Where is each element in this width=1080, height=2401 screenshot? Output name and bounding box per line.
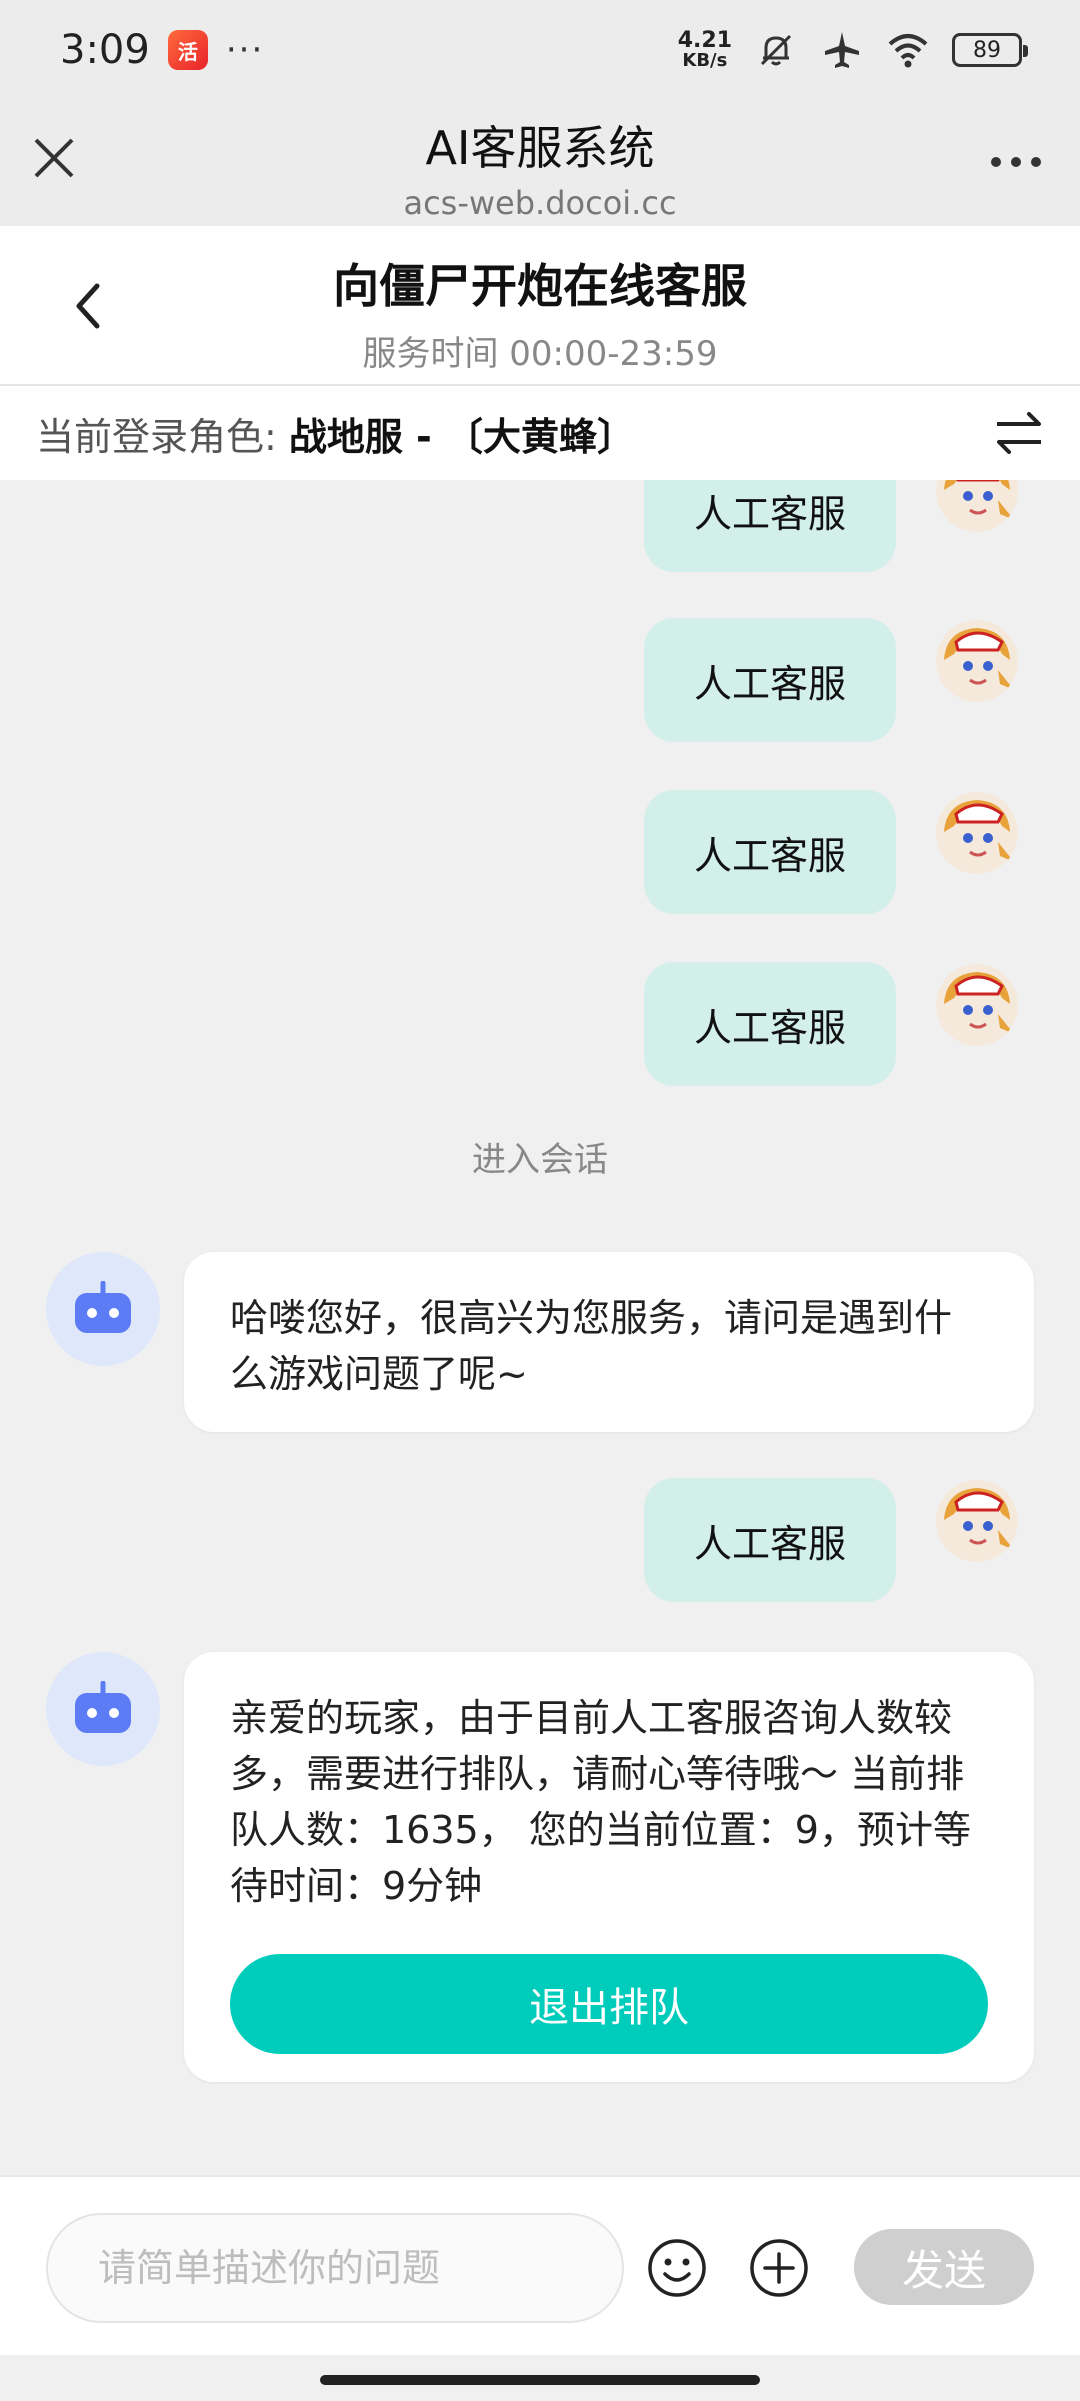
bot-avatar [46, 1652, 160, 1766]
chat-title-block: 向僵尸开炮在线客服 服务时间 00:00-23:59 [0, 250, 1080, 375]
message-input[interactable] [46, 2213, 624, 2323]
browser-url: acs-web.docoi.cc [403, 184, 677, 222]
mute-bell-icon [754, 28, 798, 72]
user-message-bubble: 人工客服 [644, 1478, 896, 1602]
user-message-bubble: 人工客服 [644, 790, 896, 914]
role-bar: 当前登录角色: 战地服 - 〔大黄蜂〕 [0, 386, 1080, 480]
more-dots-icon [991, 157, 1041, 167]
bot-message-bubble: 哈喽您好，很高兴为您服务，请问是遇到什么游戏问题了呢~ [184, 1252, 1034, 1432]
switch-role-button[interactable] [994, 410, 1044, 456]
exit-queue-button[interactable]: 退出排队 [230, 1954, 988, 2054]
smiley-icon [648, 2239, 706, 2297]
more-notifications-indicator: ··· [225, 30, 265, 70]
attach-button[interactable] [748, 2237, 810, 2299]
user-avatar[interactable] [936, 1480, 1018, 1562]
emoji-button[interactable] [646, 2237, 708, 2299]
send-button[interactable]: 发送 [854, 2229, 1034, 2305]
chat-title: 向僵尸开炮在线客服 [333, 259, 747, 313]
browser-title-block: AI客服系统 acs-web.docoi.cc [0, 112, 1080, 222]
chat-header: 向僵尸开炮在线客服 服务时间 00:00-23:59 [0, 226, 1080, 386]
user-message-bubble: 人工客服 [644, 480, 896, 572]
battery-icon: 89 [952, 33, 1028, 67]
browser-title: AI客服系统 [425, 121, 655, 175]
user-message-bubble: 人工客服 [644, 962, 896, 1086]
app-notification-icon: 活 [167, 30, 208, 70]
role-value: 战地服 - 〔大黄蜂〕 [288, 414, 636, 459]
bot-message-text: 哈喽您好，很高兴为您服务，请问是遇到什么游戏问题了呢~ [230, 1296, 953, 1396]
robot-icon [75, 1281, 131, 1333]
home-gesture-bar[interactable] [320, 2375, 760, 2385]
status-right: 4.21 KB/s 89 [678, 28, 1028, 72]
message-list[interactable]: 人工客服 人工客服 人工客服 人工客服 进入会话 哈喽您好，很高兴为您服务，请问… [0, 480, 1080, 2175]
browser-header: AI客服系统 acs-web.docoi.cc [0, 100, 1080, 226]
role-label: 当前登录角色: [36, 414, 277, 459]
user-message: 人工客服 [0, 962, 1080, 1086]
user-message: 人工客服 [0, 790, 1080, 914]
swap-arrows-icon [997, 412, 1041, 454]
user-message: 人工客服 [0, 1478, 1080, 1602]
bot-message-text: 亲爱的玩家，由于目前人工客服咨询人数较多，需要进行排队，请耐心等待哦～ 当前排队… [230, 1696, 971, 1908]
user-avatar[interactable] [936, 792, 1018, 874]
wifi-icon [886, 28, 930, 72]
user-message: 人工客服 [0, 618, 1080, 742]
more-options-button[interactable] [986, 142, 1046, 182]
plus-circle-icon [750, 2239, 808, 2297]
network-speed: 4.21 KB/s [678, 30, 732, 70]
user-avatar[interactable] [936, 620, 1018, 702]
service-hours: 服务时间 00:00-23:59 [362, 334, 718, 374]
user-avatar[interactable] [936, 964, 1018, 1046]
robot-icon [75, 1681, 131, 1733]
status-time: 3:09 [60, 27, 150, 73]
system-note: 进入会话 [472, 1140, 608, 1180]
user-message: 人工客服 [0, 480, 1080, 572]
user-message-bubble: 人工客服 [644, 618, 896, 742]
status-left: 3:09 活 ··· [60, 27, 264, 73]
user-avatar[interactable] [936, 480, 1018, 532]
gesture-area [0, 2355, 1080, 2401]
airplane-mode-icon [820, 28, 864, 72]
input-bar: 发送 [0, 2175, 1080, 2355]
battery-level: 89 [973, 37, 1001, 63]
network-speed-value: 4.21 [677, 28, 732, 53]
bot-message-bubble: 亲爱的玩家，由于目前人工客服咨询人数较多，需要进行排队，请耐心等待哦～ 当前排队… [184, 1652, 1034, 2082]
bot-avatar [46, 1252, 160, 1366]
app-badge-label: 活 [177, 39, 198, 64]
network-speed-unit: KB/s [682, 50, 728, 71]
status-bar: 3:09 活 ··· 4.21 KB/s 89 [0, 0, 1080, 100]
